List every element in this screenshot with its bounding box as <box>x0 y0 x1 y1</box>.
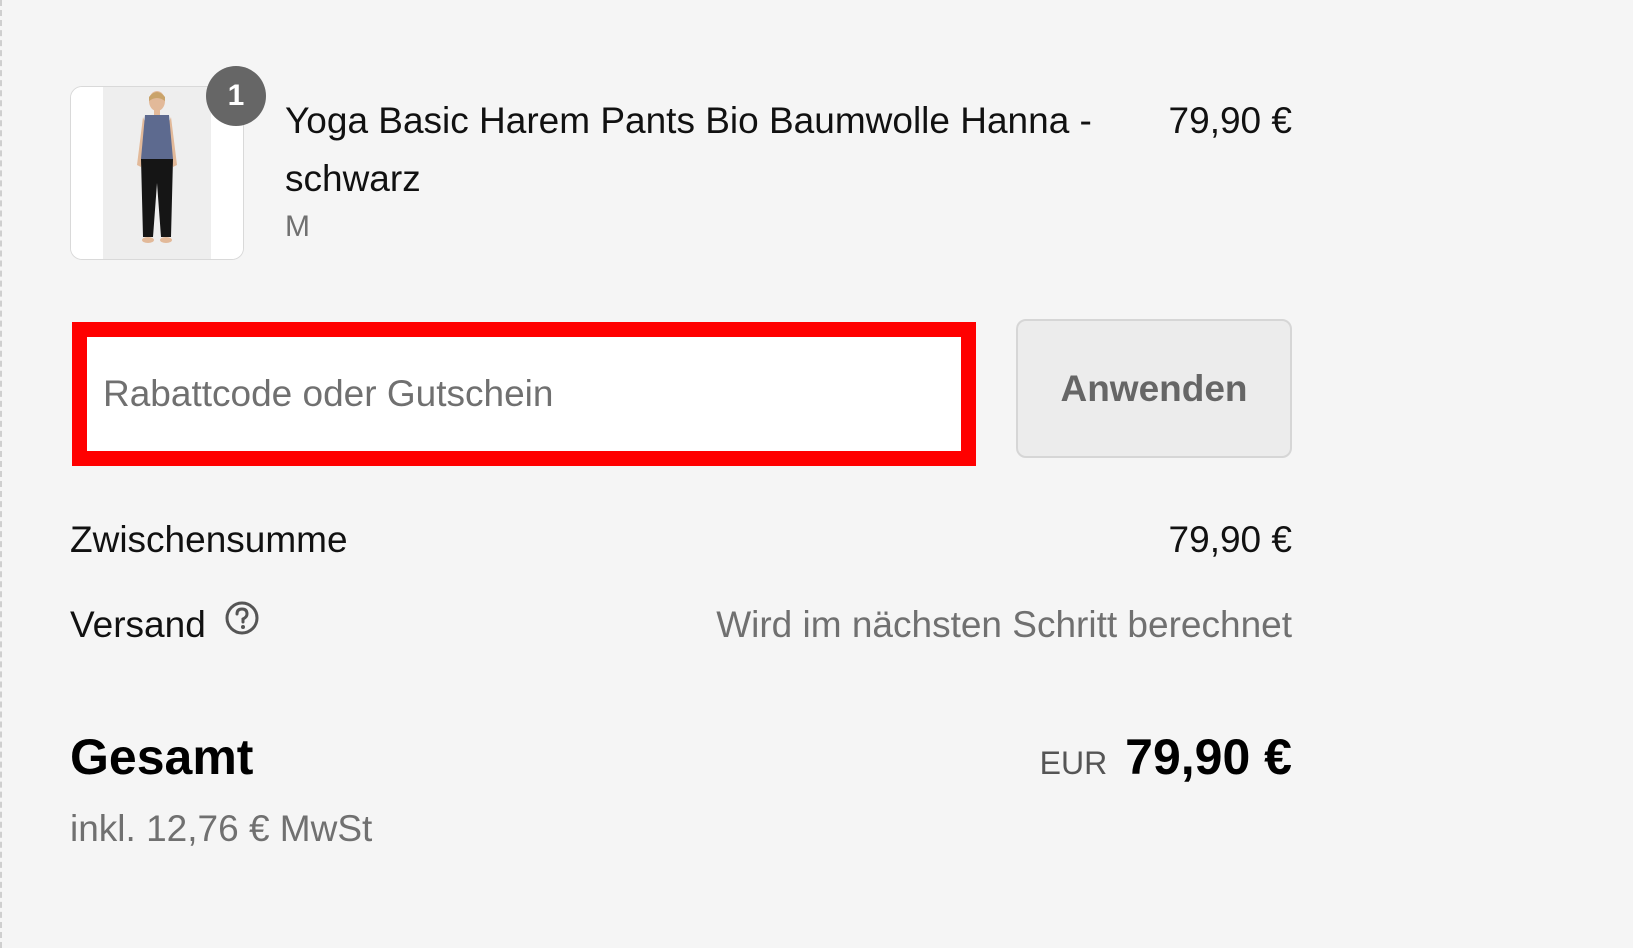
discount-code-input[interactable] <box>87 337 961 451</box>
panel-divider <box>0 0 2 948</box>
currency-code: EUR <box>1039 745 1108 781</box>
subtotal-value: 79,90 € <box>1168 519 1292 560</box>
subtotal-label: Zwischensumme <box>70 519 348 560</box>
shipping-row: Versand Wird im nächsten Schritt berechn… <box>70 597 1292 653</box>
total-label: Gesamt <box>70 729 254 785</box>
product-price: 79,90 € <box>1168 100 1292 141</box>
apply-discount-button[interactable]: Anwenden <box>1016 319 1292 458</box>
question-circle-icon[interactable] <box>224 596 260 652</box>
total-amount: 79,90 € <box>1125 729 1292 785</box>
shipping-label-group: Versand <box>70 597 260 653</box>
order-summary-panel: 1 Yoga Basic Harem Pants Bio Baumwolle H… <box>0 0 1633 948</box>
product-variant: M <box>285 210 310 243</box>
shipping-label: Versand <box>70 604 206 645</box>
quantity-badge: 1 <box>206 66 266 126</box>
tax-note: inkl. 12,76 € MwSt <box>70 808 373 849</box>
total-row: Gesamt EUR 79,90 € <box>70 722 1292 792</box>
product-title: Yoga Basic Harem Pants Bio Baumwolle Han… <box>285 100 1092 199</box>
total-value-group: EUR 79,90 € <box>1040 722 1292 805</box>
subtotal-row: Zwischensumme 79,90 € <box>70 512 1292 568</box>
cart-line-item: 1 Yoga Basic Harem Pants Bio Baumwolle H… <box>70 66 1292 262</box>
shipping-value: Wird im nächsten Schritt berechnet <box>716 604 1292 645</box>
